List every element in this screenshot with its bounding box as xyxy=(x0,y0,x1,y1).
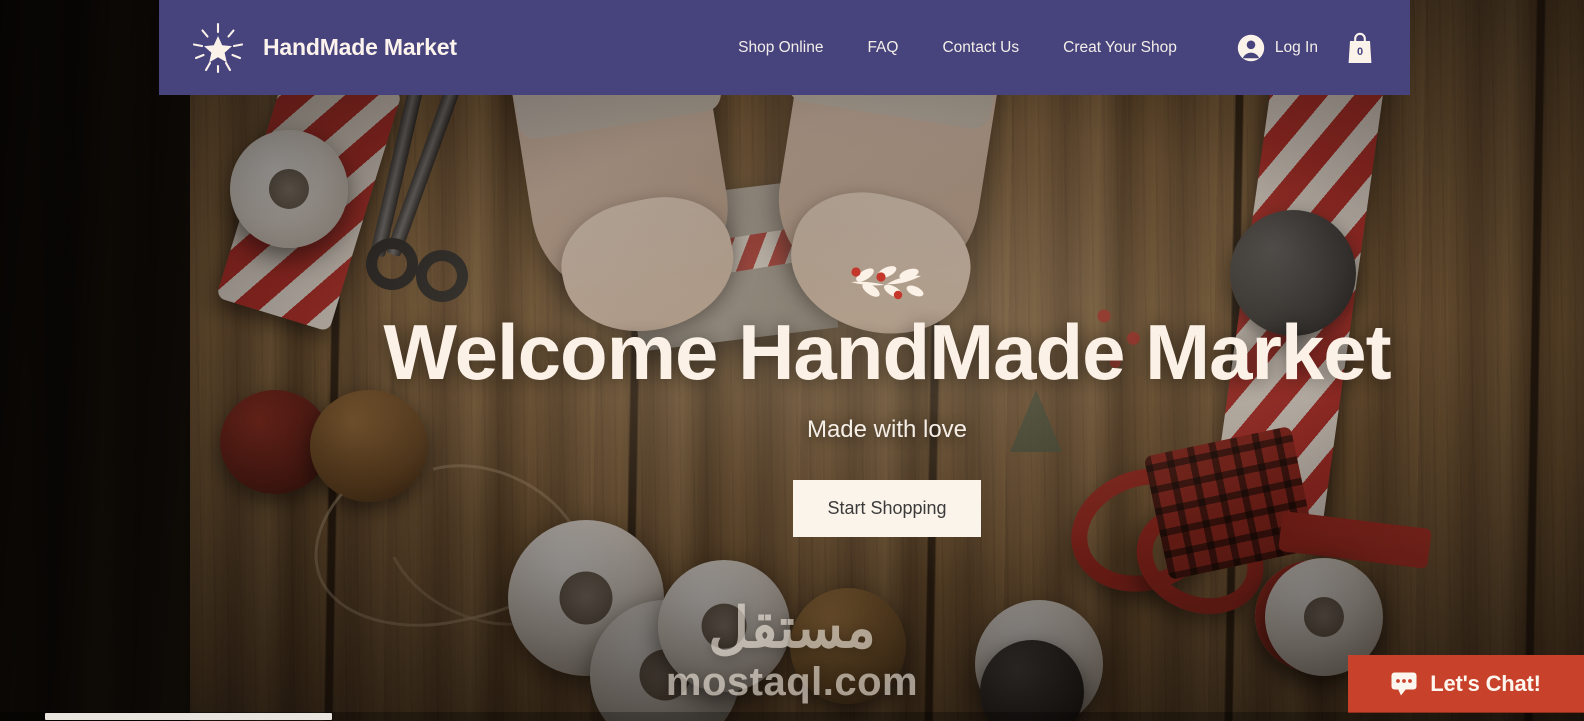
horizontal-scrollbar-thumb[interactable] xyxy=(45,713,332,720)
page-root: HandMade Market Shop Online FAQ Contact … xyxy=(0,0,1584,721)
hero-darkening-scrim xyxy=(190,0,1584,721)
cart-button[interactable]: 0 xyxy=(1346,31,1374,65)
nav-item-contact-us[interactable]: Contact Us xyxy=(920,39,1041,57)
horizontal-scrollbar-track[interactable] xyxy=(0,712,1584,721)
brand-title: HandMade Market xyxy=(263,34,457,60)
hero-background-image xyxy=(190,0,1584,721)
nav-item-faq[interactable]: FAQ xyxy=(845,39,920,57)
chat-label: Let's Chat! xyxy=(1430,671,1541,696)
main-navigation: Shop Online FAQ Contact Us Creat Your Sh… xyxy=(716,31,1410,65)
start-shopping-button[interactable]: Start Shopping xyxy=(793,479,981,537)
login-button[interactable]: Log In xyxy=(1237,34,1318,62)
nav-item-shop-online[interactable]: Shop Online xyxy=(716,39,845,57)
user-avatar-icon xyxy=(1237,34,1265,62)
nav-item-creat-your-shop[interactable]: Creat Your Shop xyxy=(1041,39,1199,57)
cart-item-count: 0 xyxy=(1356,45,1364,58)
star-burst-icon xyxy=(192,22,244,74)
logo-block[interactable]: HandMade Market xyxy=(192,22,457,74)
lets-chat-button[interactable]: Let's Chat! xyxy=(1348,655,1584,713)
site-header: HandMade Market Shop Online FAQ Contact … xyxy=(159,0,1410,95)
login-label: Log In xyxy=(1274,38,1318,56)
chat-bubble-icon xyxy=(1391,672,1417,696)
